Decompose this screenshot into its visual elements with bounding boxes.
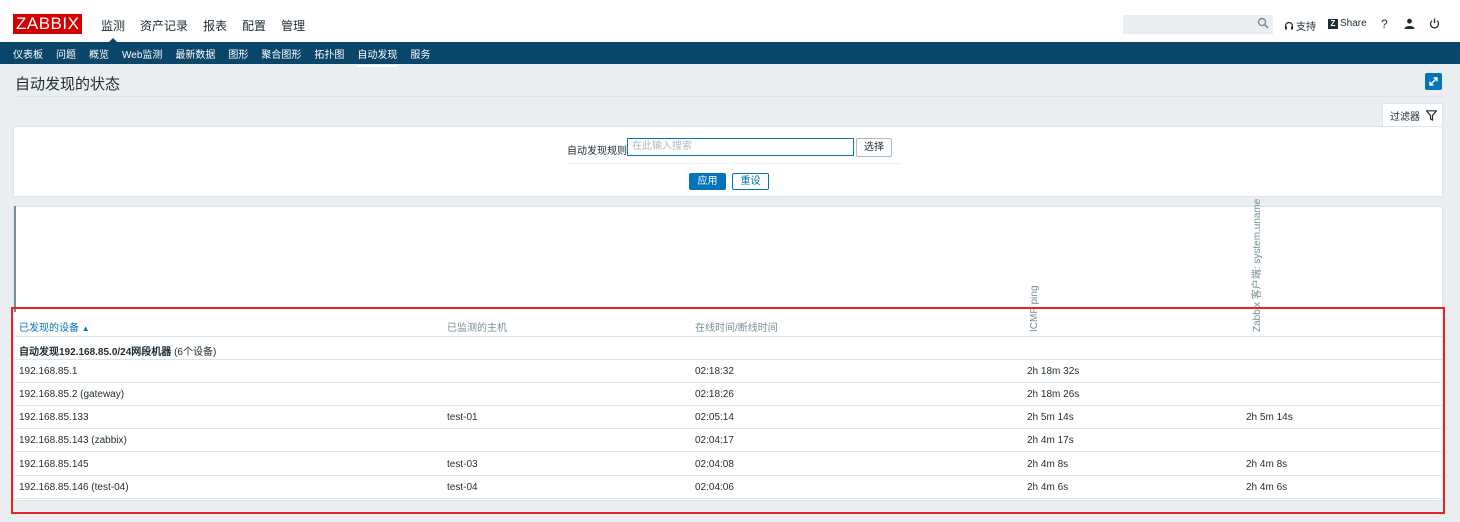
- uptime-cell: 02:04:08: [695, 459, 734, 470]
- expand-icon: [1429, 77, 1438, 86]
- column-header-uptime[interactable]: 在线时间/断线时间: [695, 319, 778, 334]
- device-cell: 192.168.85.143 (zabbix): [19, 435, 127, 446]
- tab-web[interactable]: Web监测: [122, 46, 162, 61]
- icmp-cell: 2h 5m 14s: [1027, 412, 1074, 423]
- tab-screens[interactable]: 聚合图形: [261, 46, 301, 61]
- help-link[interactable]: ?: [1381, 17, 1388, 31]
- column-header-icmp[interactable]: ICMP ping: [1029, 285, 1040, 332]
- column-header-agent[interactable]: Zabbix 客户端: system.uname: [1248, 199, 1263, 332]
- row-divider: [15, 498, 1443, 499]
- top-header: ZABBIX 监测 资产记录 报表 配置 管理 支持 Z Share ?: [0, 0, 1460, 43]
- zabbix-logo[interactable]: ZABBIX: [13, 14, 83, 34]
- main-nav-configuration[interactable]: 配置: [242, 17, 266, 34]
- group-count: (6个设备): [174, 347, 217, 358]
- icmp-cell: 2h 18m 32s: [1027, 366, 1080, 377]
- sub-nav: 仪表板 问题 概览 Web监测 最新数据 图形 聚合图形 拓扑图 自动发现 服务: [0, 42, 1460, 67]
- filter-icon: [1426, 110, 1437, 121]
- icmp-cell: 2h 4m 17s: [1027, 435, 1074, 446]
- agent-cell: 2h 4m 6s: [1246, 482, 1288, 493]
- column-header-device-label: 已发现的设备: [19, 323, 79, 334]
- column-header-device[interactable]: 已发现的设备 ▲: [19, 319, 90, 334]
- main-nav-monitoring[interactable]: 监测: [101, 17, 125, 43]
- tab-overview[interactable]: 概览: [89, 46, 109, 61]
- uptime-cell: 02:18:32: [695, 366, 734, 377]
- table-left-border: [14, 206, 16, 312]
- uptime-cell: 02:05:14: [695, 412, 734, 423]
- group-name: 自动发现192.168.85.0/24网段机器: [19, 347, 172, 358]
- main-nav-inventory[interactable]: 资产记录: [140, 17, 188, 34]
- tab-services[interactable]: 服务: [410, 46, 430, 61]
- power-icon[interactable]: [1429, 18, 1440, 29]
- filter-panel: [13, 126, 1443, 197]
- column-header-host[interactable]: 已监测的主机: [447, 319, 507, 334]
- reset-button[interactable]: 重设: [732, 173, 769, 190]
- device-cell: 192.168.85.133: [19, 412, 89, 423]
- select-button[interactable]: 选择: [856, 138, 892, 157]
- icmp-cell: 2h 4m 8s: [1027, 459, 1069, 470]
- host-cell[interactable]: test-04: [447, 482, 478, 493]
- main-nav-administration[interactable]: 管理: [281, 17, 305, 34]
- share-icon: Z: [1328, 18, 1338, 29]
- tab-discovery[interactable]: 自动发现: [357, 46, 398, 67]
- device-cell: 192.168.85.146 (test-04): [19, 482, 129, 493]
- device-cell: 192.168.85.2 (gateway): [19, 389, 125, 400]
- icmp-cell: 2h 4m 6s: [1027, 482, 1069, 493]
- device-cell: 192.168.85.145: [19, 459, 89, 470]
- apply-button[interactable]: 应用: [689, 173, 726, 190]
- header-divider: [15, 336, 1443, 337]
- uptime-cell: 02:04:17: [695, 435, 734, 446]
- title-divider: [13, 96, 1443, 97]
- agent-cell: 2h 5m 14s: [1246, 412, 1293, 423]
- global-search-input[interactable]: [1123, 15, 1273, 34]
- support-link[interactable]: 支持: [1284, 18, 1316, 33]
- tab-problems[interactable]: 问题: [56, 46, 76, 61]
- agent-cell: 2h 4m 8s: [1246, 459, 1288, 470]
- headset-icon: [1284, 21, 1294, 29]
- tab-latest-data[interactable]: 最新数据: [175, 46, 215, 61]
- tab-maps[interactable]: 拓扑图: [314, 46, 344, 61]
- device-cell: 192.168.85.1: [19, 366, 78, 377]
- share-label: Share: [1340, 18, 1367, 29]
- tab-dashboard[interactable]: 仪表板: [13, 46, 43, 61]
- icmp-cell: 2h 18m 26s: [1027, 389, 1080, 400]
- tab-graphs[interactable]: 图形: [228, 46, 248, 61]
- row-divider: [15, 405, 1443, 406]
- main-nav: 监测 资产记录 报表 配置 管理: [101, 17, 320, 43]
- sort-asc-icon: ▲: [81, 324, 90, 333]
- search-icon[interactable]: [1257, 17, 1269, 29]
- discovery-rule-input[interactable]: 在此输入搜索: [627, 138, 854, 156]
- share-link[interactable]: Z Share: [1328, 18, 1367, 29]
- row-divider: [15, 451, 1443, 452]
- user-icon[interactable]: [1404, 18, 1415, 29]
- row-divider: [15, 359, 1443, 360]
- page-title: 自动发现的状态: [15, 76, 121, 93]
- filter-tab[interactable]: 过滤器: [1382, 103, 1443, 127]
- discovery-rule-group-row: 自动发现192.168.85.0/24网段机器 (6个设备): [19, 343, 216, 358]
- fullscreen-button[interactable]: [1425, 73, 1442, 90]
- support-label: 支持: [1296, 22, 1316, 33]
- host-cell[interactable]: test-01: [447, 412, 478, 423]
- host-cell[interactable]: test-03: [447, 459, 478, 470]
- uptime-cell: 02:04:06: [695, 482, 734, 493]
- row-divider: [15, 382, 1443, 383]
- row-divider: [15, 475, 1443, 476]
- main-nav-reports[interactable]: 报表: [203, 17, 227, 34]
- filter-tab-label: 过滤器: [1390, 112, 1420, 123]
- discovery-table: [13, 206, 1443, 501]
- discovery-rule-label: 自动发现规则: [567, 146, 627, 157]
- uptime-cell: 02:18:26: [695, 389, 734, 400]
- filter-divider: [567, 163, 900, 164]
- row-divider: [15, 428, 1443, 429]
